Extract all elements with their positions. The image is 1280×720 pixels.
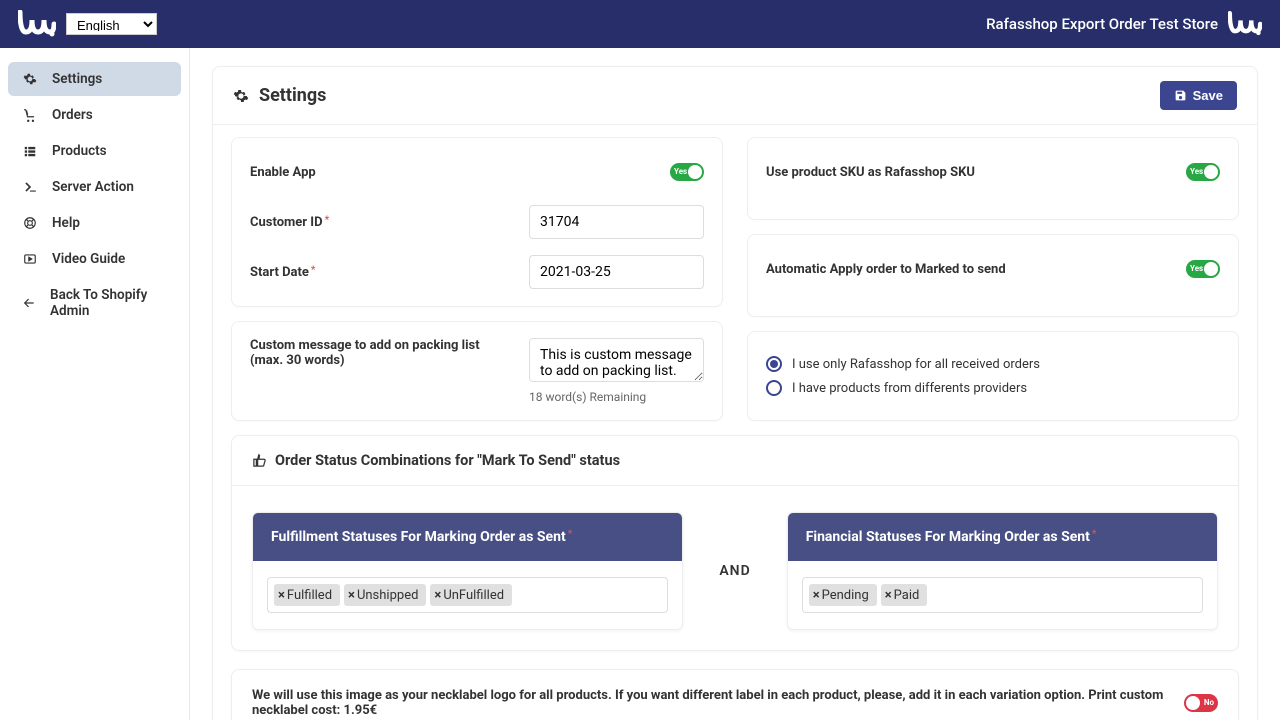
remove-icon[interactable]: × [813,588,820,603]
cart-icon [22,108,38,122]
enable-app-toggle[interactable]: Yes [670,163,704,181]
video-icon [22,252,38,266]
sku-toggle[interactable]: Yes [1186,163,1220,181]
fulfillment-header: Fulfillment Statuses For Marking Order a… [253,513,682,561]
gear-icon [233,88,249,104]
sidebar-item-label: Back To Shopify Admin [50,287,167,319]
necklabel-text: We will use this image as your necklabel… [252,688,1170,718]
tag[interactable]: ×Fulfilled [274,584,340,606]
custom-msg-textarea[interactable]: This is custom message to add on packing… [529,338,704,382]
sidebar-item-orders[interactable]: Orders [8,98,181,132]
sku-card: Use product SKU as Rafasshop SKU Yes [747,137,1239,220]
tag[interactable]: ×Unshipped [344,584,426,606]
tag[interactable]: ×Paid [881,584,928,606]
logo-right-icon [1228,11,1262,37]
save-button[interactable]: Save [1160,81,1237,110]
sidebar-item-label: Server Action [52,179,134,195]
remove-icon[interactable]: × [434,588,441,603]
language-select[interactable]: English [66,13,157,35]
fulfillment-tags-input[interactable]: ×Fulfilled ×Unshipped ×UnFulfilled [267,577,668,613]
app-card: Enable App Yes Customer ID* Start Date* [231,137,723,307]
gear-icon [22,72,38,86]
necklabel-panel: We will use this image as your necklabel… [231,669,1239,720]
status-section-title: Order Status Combinations for "Mark To S… [232,436,1238,486]
sidebar-item-server-action[interactable]: Server Action [8,170,181,204]
customer-id-label: Customer ID* [250,215,329,230]
necklabel-toggle[interactable]: No [1184,694,1218,712]
auto-mark-toggle[interactable]: Yes [1186,260,1220,278]
main-content: Settings Save Enable App Yes Custome [190,48,1280,720]
customer-id-input[interactable] [529,205,704,239]
thumbs-up-icon [252,453,267,468]
tag[interactable]: ×UnFulfilled [430,584,512,606]
start-date-label: Start Date* [250,265,315,280]
radio-icon [766,380,782,396]
enable-app-label: Enable App [250,165,316,180]
sidebar-item-label: Orders [52,107,93,123]
remove-icon[interactable]: × [885,588,892,603]
sidebar-item-products[interactable]: Products [8,134,181,168]
page-title: Settings [233,85,326,106]
arrow-left-icon [22,296,36,310]
fulfillment-card: Fulfillment Statuses For Marking Order a… [252,512,683,630]
remove-icon[interactable]: × [278,588,285,603]
tag[interactable]: ×Pending [809,584,877,606]
sku-label: Use product SKU as Rafasshop SKU [766,165,975,180]
sidebar-item-label: Settings [52,71,102,87]
custom-msg-card: Custom message to add on packing list (m… [231,321,723,421]
sidebar-item-label: Video Guide [52,251,125,267]
custom-msg-label: Custom message to add on packing list (m… [250,338,480,368]
auto-mark-label: Automatic Apply order to Marked to send [766,262,1006,277]
and-label: AND [683,563,786,579]
radio-only-rafasshop[interactable]: I use only Rafasshop for all received or… [766,356,1220,372]
radio-icon [766,356,782,372]
words-remaining: 18 word(s) Remaining [529,390,704,404]
status-panel: Order Status Combinations for "Mark To S… [231,435,1239,651]
lifebuoy-icon [22,216,38,230]
sidebar-item-help[interactable]: Help [8,206,181,240]
sidebar-item-video-guide[interactable]: Video Guide [8,242,181,276]
remove-icon[interactable]: × [348,588,355,603]
auto-mark-card: Automatic Apply order to Marked to send … [747,234,1239,317]
settings-panel: Settings Save Enable App Yes Custome [212,66,1258,720]
start-date-input[interactable] [529,255,704,289]
sidebar-item-back[interactable]: Back To Shopify Admin [8,278,181,328]
radio-multi-providers[interactable]: I have products from differents provider… [766,380,1220,396]
save-icon [1174,89,1187,102]
sidebar-item-settings[interactable]: Settings [8,62,181,96]
logo-icon [18,10,56,38]
store-name: Rafasshop Export Order Test Store [986,15,1218,33]
financial-tags-input[interactable]: ×Pending ×Paid [802,577,1203,613]
terminal-icon [22,180,38,194]
financial-header: Financial Statuses For Marking Order as … [788,513,1217,561]
sidebar-item-label: Help [52,215,80,231]
list-icon [22,144,38,158]
financial-card: Financial Statuses For Marking Order as … [787,512,1218,630]
sidebar: Settings Orders Products Server Action H… [0,48,190,720]
sidebar-item-label: Products [52,143,107,159]
provider-card: I use only Rafasshop for all received or… [747,331,1239,421]
top-bar: English Rafasshop Export Order Test Stor… [0,0,1280,48]
